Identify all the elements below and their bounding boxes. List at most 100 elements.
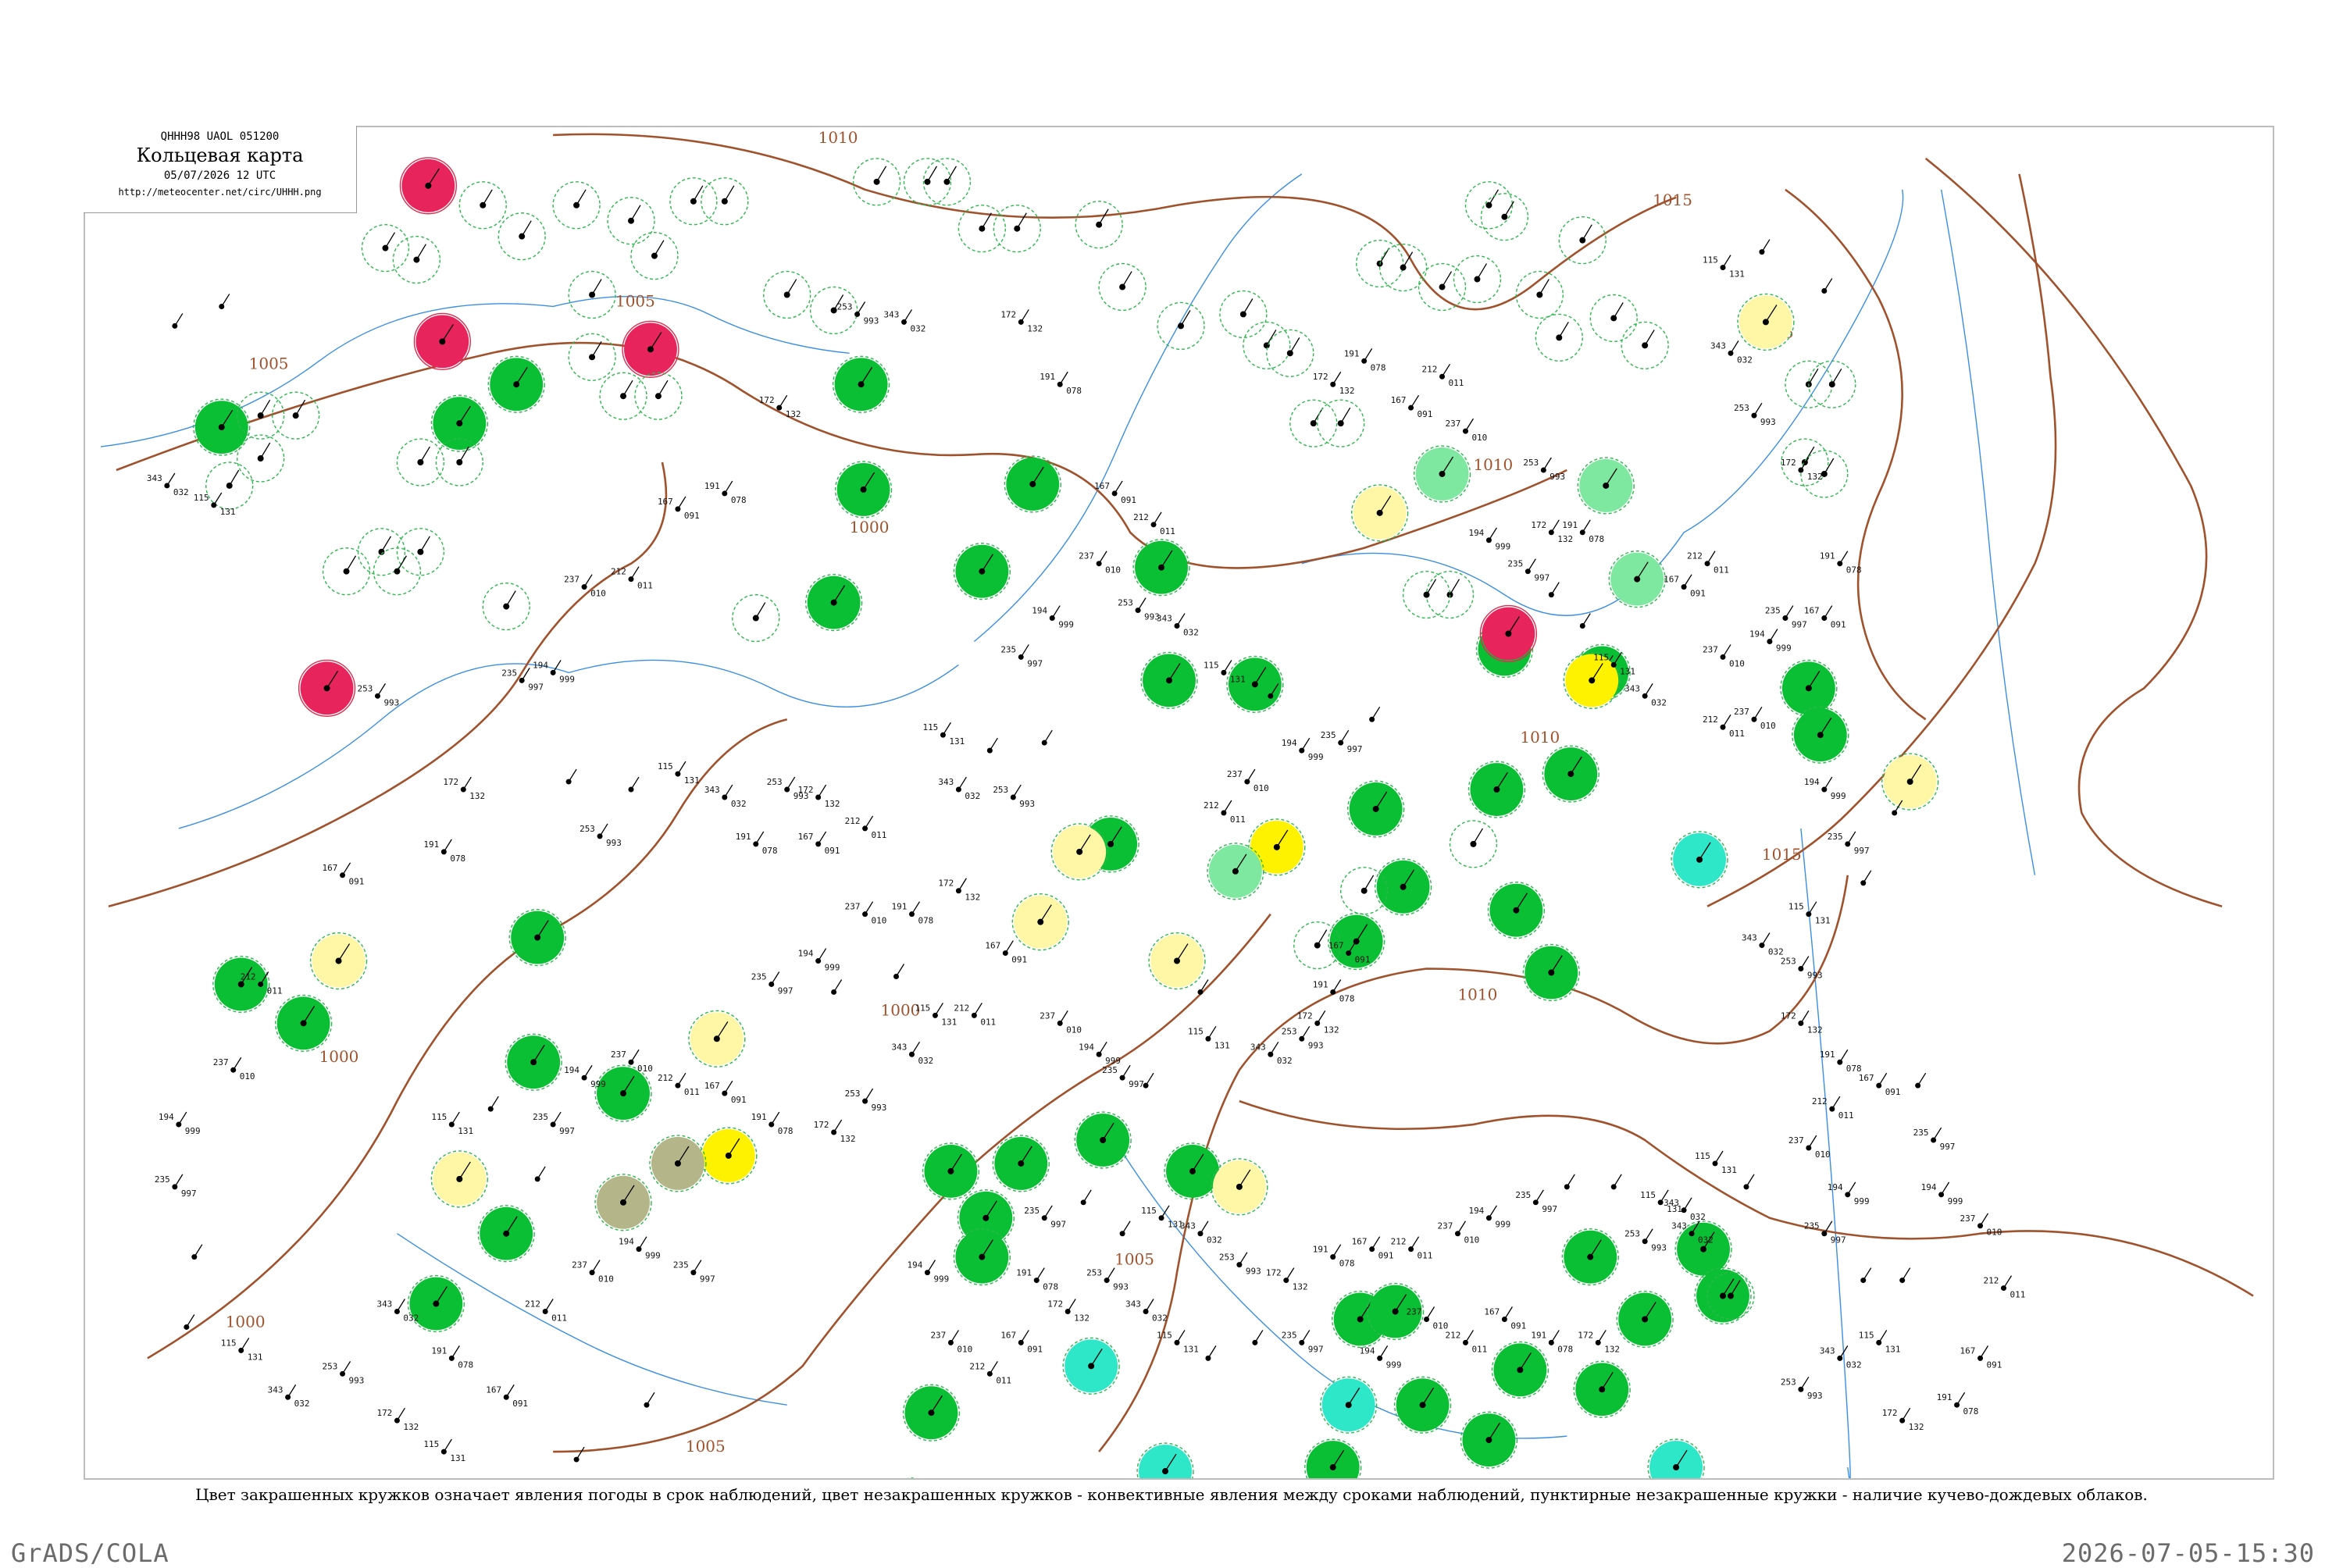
station-plot[interactable] xyxy=(1369,706,1381,722)
station-marker[interactable] xyxy=(1243,321,1291,369)
station-marker[interactable] xyxy=(1062,1337,1120,1395)
station-marker[interactable] xyxy=(1289,399,1338,447)
station-plot[interactable] xyxy=(1860,1267,1872,1284)
station-marker[interactable] xyxy=(568,333,616,381)
station-plot[interactable]: 172 132 xyxy=(1578,1330,1620,1354)
station-plot[interactable]: 194 999 xyxy=(1360,1345,1402,1370)
station-plot[interactable] xyxy=(1080,1189,1092,1206)
station-marker[interactable] xyxy=(834,461,893,519)
station-marker[interactable] xyxy=(630,231,679,280)
station-plot[interactable]: 235 997 xyxy=(1913,1127,1956,1152)
station-plot[interactable]: 172 132 xyxy=(1297,1010,1339,1035)
station-plot[interactable]: 172 132 xyxy=(938,878,980,903)
station-plot[interactable]: 343032 xyxy=(1125,1299,1168,1324)
station-marker[interactable] xyxy=(993,205,1041,253)
station-marker[interactable] xyxy=(1418,262,1467,312)
station-plot[interactable]: 191 078 xyxy=(892,901,934,926)
station-plot[interactable]: 237 010 xyxy=(213,1057,255,1082)
station-plot[interactable]: 343032 xyxy=(1742,932,1784,957)
station-marker[interactable] xyxy=(237,434,285,483)
station-marker[interactable] xyxy=(1881,753,1939,811)
station-plot[interactable]: 172 132 xyxy=(376,1407,419,1432)
station-marker[interactable] xyxy=(1402,570,1451,619)
station-plot[interactable] xyxy=(1564,1174,1575,1190)
station-plot[interactable]: 237 010 xyxy=(1703,644,1745,668)
station-marker[interactable] xyxy=(396,438,445,486)
station-plot[interactable] xyxy=(191,1244,203,1260)
station-marker[interactable] xyxy=(477,1205,535,1263)
station-plot[interactable]: 343032 xyxy=(1157,613,1199,638)
station-plot[interactable] xyxy=(1759,239,1771,255)
station-marker[interactable] xyxy=(832,355,890,413)
station-plot[interactable] xyxy=(1252,1330,1264,1345)
station-plot[interactable]: 167 091 xyxy=(1352,1236,1394,1261)
station-marker[interactable] xyxy=(392,235,441,284)
station-plot[interactable]: 191 078 xyxy=(1344,348,1386,372)
station-plot[interactable]: 235 997 xyxy=(1102,1064,1144,1089)
station-marker[interactable] xyxy=(1535,313,1583,362)
station-marker[interactable] xyxy=(1737,293,1795,351)
station-plot[interactable]: 343032 xyxy=(704,784,747,809)
station-marker[interactable] xyxy=(357,528,406,576)
station-plot[interactable]: 115 131 xyxy=(1695,1150,1737,1175)
station-plot[interactable]: 212 011 xyxy=(1687,551,1729,576)
station-plot[interactable] xyxy=(1579,613,1591,629)
station-marker[interactable] xyxy=(1479,604,1538,663)
station-plot[interactable]: 235 997 xyxy=(1828,831,1870,856)
station-plot[interactable]: 343032 xyxy=(1710,340,1753,365)
station-marker[interactable] xyxy=(1542,745,1599,803)
station-plot[interactable]: 343032 xyxy=(268,1384,310,1409)
station-marker[interactable] xyxy=(1515,270,1564,319)
station-plot[interactable]: 235 997 xyxy=(1024,1205,1066,1230)
station-plot[interactable]: 191 078 xyxy=(431,1345,473,1370)
station-plot[interactable]: 194 999 xyxy=(1468,527,1510,552)
station-plot[interactable] xyxy=(565,768,577,785)
station-plot[interactable]: 167 091 xyxy=(1664,574,1706,599)
station-plot[interactable]: 212 011 xyxy=(525,1299,567,1324)
station-plot[interactable]: 235 997 xyxy=(1515,1189,1557,1214)
station-marker[interactable] xyxy=(953,543,1011,600)
station-marker[interactable] xyxy=(1211,1158,1268,1216)
station-plot[interactable] xyxy=(184,1314,195,1330)
station-marker[interactable] xyxy=(193,398,251,456)
station-plot[interactable]: 194 999 xyxy=(907,1260,949,1285)
station-marker[interactable] xyxy=(322,547,371,596)
station-marker[interactable] xyxy=(1621,321,1669,369)
station-plot[interactable]: 237 010 xyxy=(1734,706,1776,731)
station-plot[interactable]: 253 993 xyxy=(1219,1252,1261,1277)
station-plot[interactable]: 115 131 xyxy=(922,722,965,747)
station-marker[interactable] xyxy=(1460,1411,1518,1469)
station-marker[interactable] xyxy=(700,1127,758,1185)
station-plot[interactable] xyxy=(831,979,843,995)
station-plot[interactable]: 115 131 xyxy=(1157,1330,1199,1354)
station-marker[interactable] xyxy=(413,312,471,370)
station-marker[interactable] xyxy=(274,994,333,1052)
station-plot[interactable] xyxy=(1205,1345,1217,1361)
station-plot[interactable]: 235 997 xyxy=(1765,605,1807,630)
station-plot[interactable]: 212 011 xyxy=(1391,1236,1433,1261)
station-plot[interactable]: 253 993 xyxy=(1282,1025,1324,1050)
station-plot[interactable]: 343032 xyxy=(1250,1041,1293,1066)
station-plot[interactable]: 167 091 xyxy=(1391,394,1433,419)
station-marker[interactable] xyxy=(1157,301,1205,351)
station-plot[interactable]: 235 997 xyxy=(673,1260,715,1285)
station-marker[interactable] xyxy=(1487,882,1546,939)
station-marker[interactable] xyxy=(430,394,488,452)
station-marker[interactable] xyxy=(487,355,545,413)
station-plot[interactable]: 253 993 xyxy=(1781,1376,1823,1401)
station-marker[interactable] xyxy=(1561,1228,1619,1286)
station-plot[interactable]: 115 131 xyxy=(1788,901,1831,926)
station-plot[interactable]: 172 132 xyxy=(1266,1267,1308,1292)
station-plot[interactable]: 237 010 xyxy=(1227,768,1269,793)
station-marker[interactable] xyxy=(1449,820,1498,868)
station-marker[interactable] xyxy=(1608,551,1666,608)
station-marker[interactable] xyxy=(1647,1438,1705,1478)
station-plot[interactable]: 235 997 xyxy=(751,971,793,996)
station-plot[interactable]: 172 132 xyxy=(1313,371,1355,396)
station-marker[interactable] xyxy=(1266,329,1314,377)
station-plot[interactable]: 235 997 xyxy=(1507,558,1550,583)
station-marker[interactable] xyxy=(298,659,356,717)
station-plot[interactable]: 172 132 xyxy=(1781,1010,1823,1035)
station-marker[interactable] xyxy=(622,320,679,378)
station-marker[interactable] xyxy=(599,372,647,420)
